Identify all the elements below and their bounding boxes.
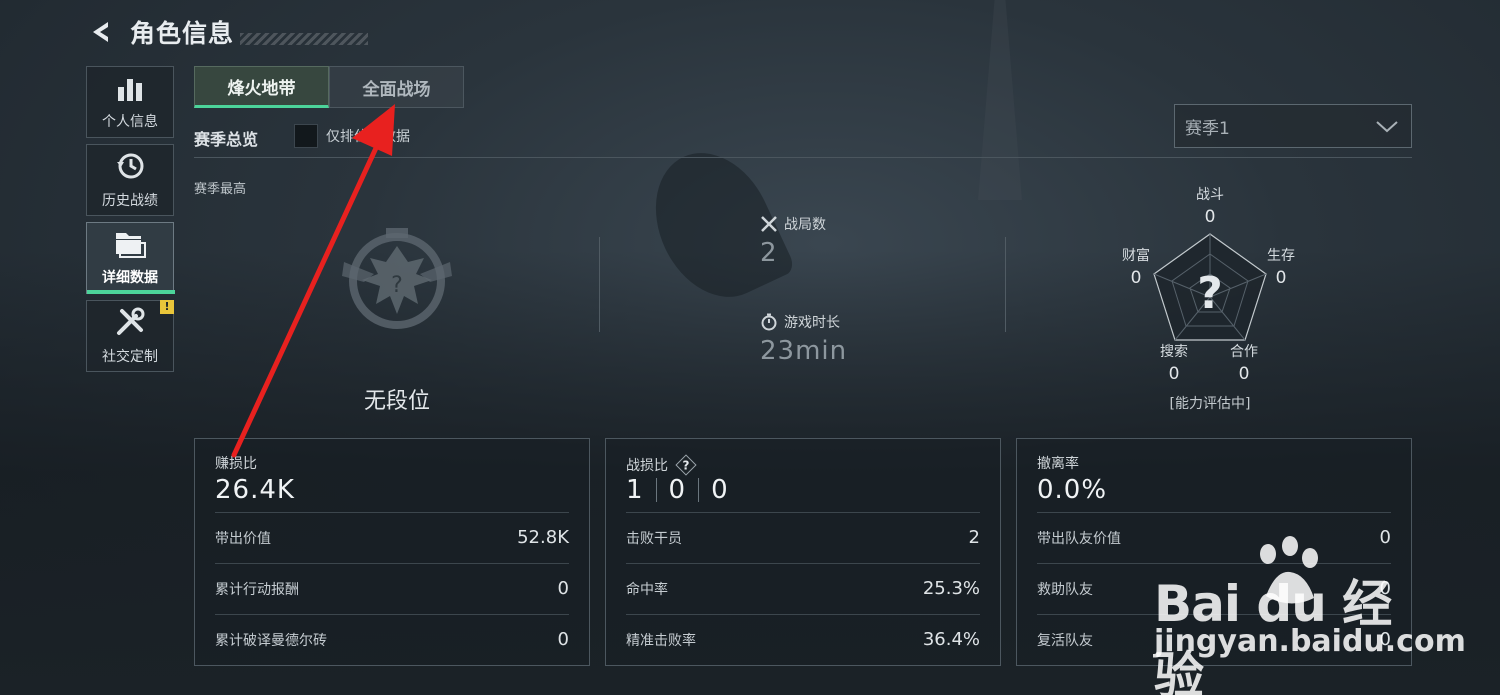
- kd-part: 1: [626, 475, 644, 505]
- radar-value-cooperation: 0: [1238, 364, 1250, 384]
- table-row: 累计破译曼德尔砖 0: [215, 614, 569, 664]
- card-big-value: 0.0%: [1037, 475, 1108, 505]
- row-value: 0: [557, 629, 569, 650]
- season-best-label: 赛季最高: [194, 182, 247, 197]
- kd-ratio-card: 战损比 ? 1 0 0 击败干员 2 命中率 25.3% 精准击败率 36.4%: [605, 438, 1001, 666]
- rank-emblem-icon: ?: [334, 222, 460, 340]
- row-value: 2: [968, 527, 980, 548]
- chevron-down-icon: [1375, 116, 1399, 141]
- radar-center-mark: ?: [1197, 268, 1223, 319]
- row-value: 36.4%: [922, 629, 980, 650]
- title-decoration: [240, 33, 369, 45]
- card-title: 战损比: [626, 458, 668, 474]
- sidebar-item-label: 详细数据: [102, 270, 158, 286]
- radar-value-survival: 0: [1275, 268, 1287, 288]
- tools-icon: [114, 306, 146, 342]
- radar-label-wealth: 财富: [1122, 248, 1150, 264]
- profit-loss-card: 赚损比 26.4K 带出价值 52.8K 累计行动报酬 0 累计破译曼德尔砖 0: [194, 438, 590, 666]
- tab-firezone[interactable]: 烽火地带: [194, 66, 329, 108]
- table-row: 命中率 25.3%: [626, 563, 980, 613]
- sidebar-item-label: 个人信息: [102, 114, 158, 130]
- svg-text:?: ?: [391, 273, 403, 298]
- warning-badge: !: [160, 300, 174, 314]
- row-label: 击败干员: [626, 530, 682, 547]
- row-label: 救助队友: [1037, 581, 1093, 598]
- background-tower: [978, 0, 1022, 200]
- matches-stat: 战局数 2: [760, 214, 826, 268]
- playtime-stat: 游戏时长 23min: [760, 312, 847, 366]
- ranked-only-label[interactable]: 仅排位赛数据: [326, 126, 410, 146]
- radar-status-note: [能力评估中]: [1169, 396, 1251, 412]
- playtime-label: 游戏时长: [784, 315, 840, 331]
- baidu-watermark: Bai du 经验 jingyan.baidu.com: [1148, 536, 1466, 695]
- vertical-divider: [599, 237, 600, 332]
- back-arrow-icon[interactable]: [86, 17, 116, 47]
- radar-label-cooperation: 合作: [1230, 344, 1258, 360]
- watermark-url: jingyan.baidu.com: [1154, 624, 1466, 659]
- season-dropdown-value: 赛季1: [1185, 118, 1230, 139]
- row-label: 累计行动报酬: [215, 581, 299, 598]
- row-label: 累计破译曼德尔砖: [215, 632, 327, 649]
- radar-value-wealth: 0: [1130, 268, 1142, 288]
- kd-part: 0: [668, 475, 687, 505]
- stopwatch-icon: [760, 313, 778, 331]
- rank-text: 无段位: [363, 389, 430, 414]
- sidebar-item-personal-info[interactable]: 个人信息: [86, 66, 174, 138]
- season-dropdown[interactable]: 赛季1: [1174, 104, 1412, 148]
- sidebar-item-label: 社交定制: [102, 349, 158, 365]
- row-label: 带出价值: [215, 530, 271, 547]
- crossed-swords-icon: [760, 215, 778, 233]
- table-row: 精准击败率 36.4%: [626, 614, 980, 664]
- help-icon[interactable]: ?: [674, 453, 698, 477]
- radar-label-search: 搜索: [1160, 344, 1188, 360]
- card-title: 撤离率: [1037, 456, 1079, 472]
- active-indicator: [87, 290, 175, 294]
- row-label: 带出队友价值: [1037, 530, 1121, 547]
- playtime-value: 23min: [760, 336, 848, 366]
- row-value: 52.8K: [517, 527, 569, 548]
- table-row: 击败干员 2: [626, 512, 980, 562]
- ranked-only-checkbox[interactable]: [294, 124, 318, 148]
- row-value: 0: [557, 578, 569, 599]
- radar-value-search: 0: [1168, 364, 1180, 384]
- card-title: 赚损比: [215, 456, 257, 472]
- season-overview-title: 赛季总览: [194, 130, 259, 149]
- page-title: 角色信息: [130, 19, 235, 48]
- table-row: 累计行动报酬 0: [215, 563, 569, 613]
- table-row: 带出价值 52.8K: [215, 512, 569, 562]
- matches-value: 2: [760, 238, 778, 268]
- card-big-value: 26.4K: [215, 475, 295, 505]
- ability-radar-chart: ? 战斗 0 生存 0 合作 0 搜索 0 财富 0: [1120, 180, 1300, 420]
- kd-part: 0: [711, 475, 729, 505]
- row-value: 25.3%: [922, 578, 980, 599]
- sidebar-item-detailed-data[interactable]: 详细数据: [86, 222, 175, 294]
- row-label: 命中率: [626, 581, 668, 598]
- radar-value-combat: 0: [1204, 207, 1216, 227]
- row-label: 精准击败率: [626, 632, 696, 649]
- history-clock-icon: [114, 150, 146, 186]
- radar-label-combat: 战斗: [1196, 187, 1224, 203]
- bar-chart-icon: [115, 73, 145, 107]
- card-big-value: 1 0 0: [626, 475, 729, 505]
- folder-icon: [113, 229, 147, 263]
- sidebar-item-social[interactable]: 社交定制 !: [86, 300, 174, 372]
- row-label: 复活队友: [1037, 632, 1093, 649]
- section-divider: [194, 157, 1412, 158]
- page-header: 角色信息: [86, 14, 369, 50]
- radar-label-survival: 生存: [1267, 248, 1295, 264]
- tab-battlefield[interactable]: 全面战场: [329, 66, 464, 108]
- matches-label: 战局数: [784, 217, 826, 233]
- sidebar-item-history[interactable]: 历史战绩: [86, 144, 174, 216]
- sidebar-item-label: 历史战绩: [102, 193, 158, 209]
- svg-text:?: ?: [683, 459, 690, 473]
- vertical-divider: [1005, 237, 1006, 332]
- card-title-wrap: 战损比 ?: [626, 453, 698, 477]
